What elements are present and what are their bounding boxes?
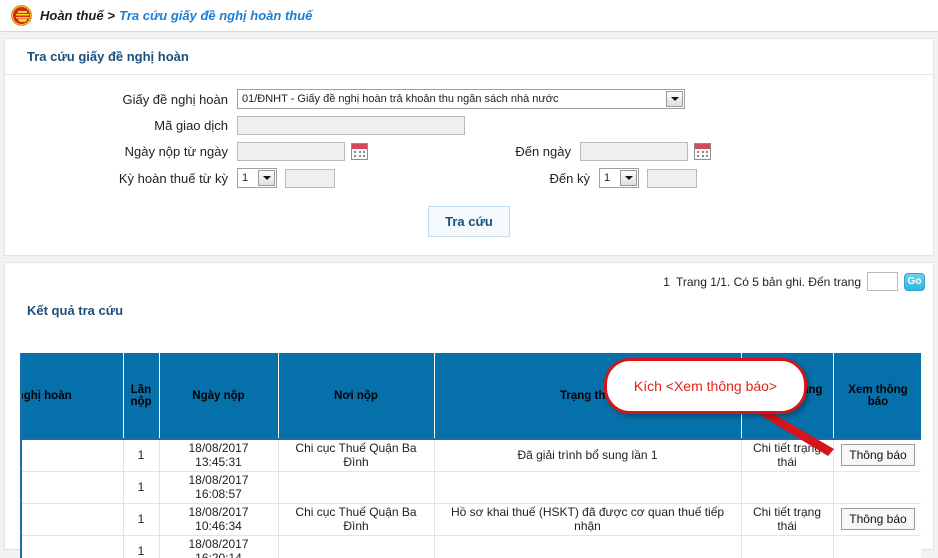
cell-place [278,471,435,504]
cell-status [434,471,742,504]
vietnam-emblem-icon [11,5,32,26]
calendar-icon-from[interactable] [351,143,368,160]
from-period-select[interactable]: 1 [237,168,277,188]
chevron-down-icon[interactable] [666,91,683,107]
breadcrumb-separator: > [107,8,116,23]
calendar-icon-to[interactable] [694,143,711,160]
go-button[interactable]: Go [904,272,925,291]
cell-notice [833,471,921,504]
from-period-label: Kỳ hoàn thuế từ kỳ [118,170,228,186]
col-times[interactable]: Lần nộp [123,353,160,440]
from-date-label: Ngày nộp từ ngày [124,144,228,159]
to-period-select[interactable]: 1 [599,168,639,188]
form-row-periods: Kỳ hoàn thuế từ kỳ 1 Đến kỳ 1 [5,168,933,188]
cell-date: 18/08/2017 10:46:34 [159,503,279,536]
pagination-summary: Trang 1/1. Có 5 bản ghi. Đến trang [675,274,861,289]
to-period-year-input[interactable] [647,168,697,188]
cell-doc [22,503,124,536]
form-row-transaction: Mã giao dịch [5,116,933,135]
cell-date: 18/08/2017 16:20:14 [159,535,279,558]
from-period-selected-value: 1 [242,172,249,184]
goto-page-input[interactable] [867,272,898,291]
form-row-doc-type: Giấy đề nghị hoàn 01/ĐNHT - Giấy đề nghị… [5,89,933,109]
pagination: 1 Trang 1/1. Có 5 bản ghi. Đến trang Go [5,263,933,291]
breadcrumb-root[interactable]: Hoàn thuế [40,8,104,23]
to-period-label: Đến kỳ [549,170,590,186]
chevron-down-icon-from-period[interactable] [258,170,275,186]
col-doc[interactable]: giấy đề nghị hoàn [22,353,124,440]
cell-detail-link[interactable] [741,535,834,558]
notice-button[interactable]: Thông báo [841,508,915,530]
cell-doc [22,471,124,504]
cell-place: Chi cục Thuế Quận Ba Đình [278,439,435,472]
cell-date: 18/08/2017 16:08:57 [159,471,279,504]
cell-notice [833,535,921,558]
cell-place [278,535,435,558]
results-title: Kết quả tra cứu [27,303,124,318]
table-row[interactable]: 1 18/08/2017 10:46:34 Chi cục Thuế Quận … [22,503,921,536]
doc-type-selected-value: 01/ĐNHT - Giấy đề nghị hoàn trả khoản th… [242,93,559,105]
transaction-input[interactable] [237,116,465,135]
cell-notice: Thông báo [833,503,921,536]
pagination-page-number: 1 [663,274,670,289]
doc-type-label: Giấy đề nghị hoàn [122,91,228,107]
from-date-input[interactable] [237,142,345,161]
callout-bubble: Kích <Xem thông báo> [604,358,807,414]
search-form: Giấy đề nghị hoàn 01/ĐNHT - Giấy đề nghị… [5,75,933,255]
cell-times: 1 [123,471,160,504]
search-panel-title: Tra cứu giấy đề nghị hoàn [5,39,933,75]
doc-type-select[interactable]: 01/ĐNHT - Giấy đề nghị hoàn trả khoản th… [237,89,685,109]
cell-detail-link[interactable] [741,471,834,504]
cell-times: 1 [123,535,160,558]
breadcrumb-current[interactable]: Tra cứu giấy đề nghị hoàn thuế [119,8,312,23]
cell-doc [22,535,124,558]
cell-times: 1 [123,439,160,472]
table-row[interactable]: 1 18/08/2017 16:20:14 [22,535,921,558]
chevron-down-icon-to-period[interactable] [620,170,637,186]
to-date-label: Đến ngày [515,144,571,159]
page-root: Hoàn thuế > Tra cứu giấy đề nghị hoàn th… [0,0,938,558]
cell-place: Chi cục Thuế Quận Ba Đình [278,503,435,536]
cell-status [434,535,742,558]
breadcrumb: Hoàn thuế > Tra cứu giấy đề nghị hoàn th… [0,0,938,32]
to-period-selected-value: 1 [604,172,611,184]
cell-doc [22,439,124,472]
transaction-label: Mã giao dịch [154,118,228,133]
cell-date: 18/08/2017 13:45:31 [159,439,279,472]
from-period-year-input[interactable] [285,168,335,188]
to-date-input[interactable] [580,142,688,161]
form-row-dates: Ngày nộp từ ngày Đến ngày [5,142,933,161]
callout-text: Kích <Xem thông báo> [633,378,778,394]
cell-times: 1 [123,503,160,536]
col-place[interactable]: Nơi nộp [278,353,435,440]
cell-status: Hồ sơ khai thuế (HSKT) đã được cơ quan t… [434,503,742,536]
search-button[interactable]: Tra cứu [428,206,510,237]
search-panel: Tra cứu giấy đề nghị hoàn Giấy đề nghị h… [4,38,934,256]
cell-status: Đã giải trình bổ sung lần 1 [434,439,742,472]
col-date[interactable]: Ngày nộp [159,353,279,440]
cell-detail-link[interactable]: Chi tiết trạng thái [741,503,834,536]
table-row[interactable]: 1 18/08/2017 16:08:57 [22,471,921,504]
